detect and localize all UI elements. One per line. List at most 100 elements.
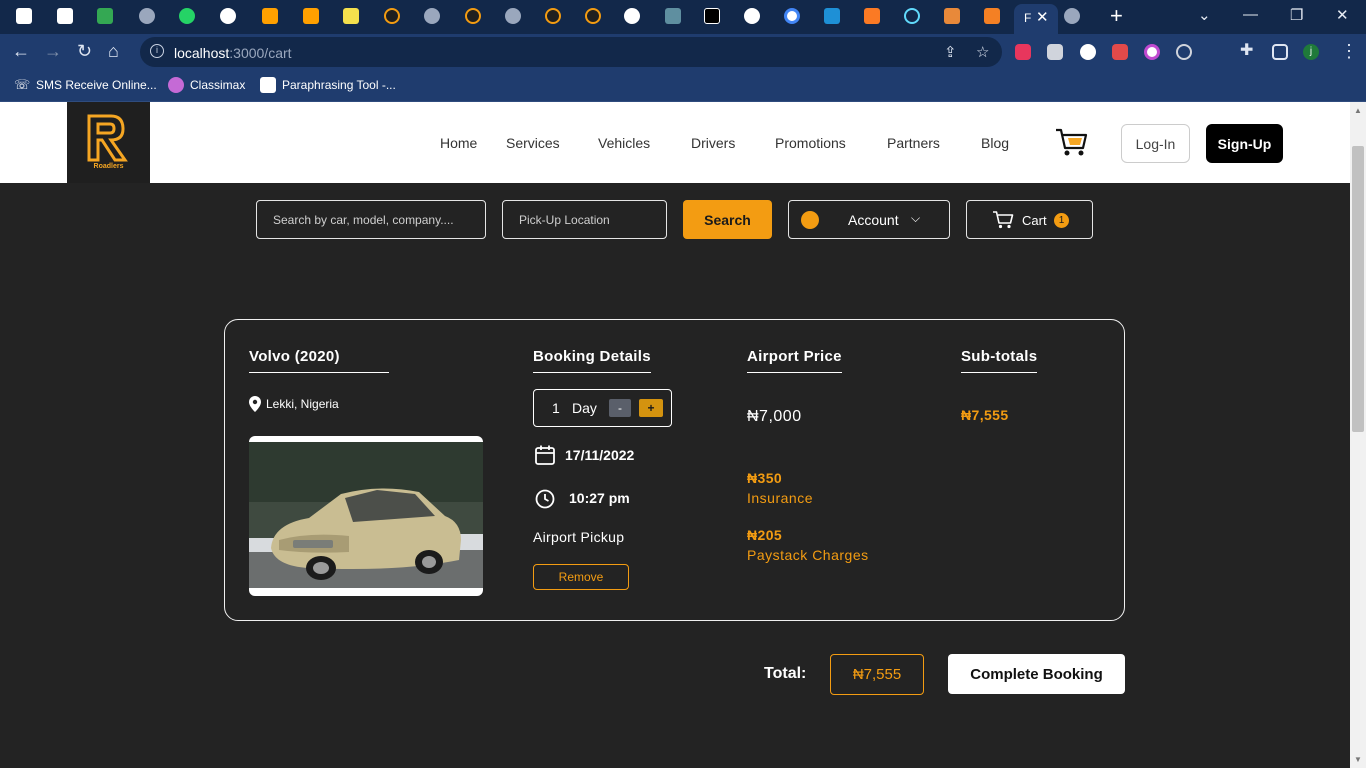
s-tab-icon[interactable] bbox=[704, 8, 720, 24]
url-path: :3000/cart bbox=[229, 45, 292, 61]
bookmark-classimax[interactable]: Classimax bbox=[168, 77, 245, 93]
nav-services[interactable]: Services bbox=[506, 135, 560, 151]
logo-text: Roadlers bbox=[93, 163, 124, 170]
booking-details-heading: Booking Details bbox=[533, 348, 651, 373]
nav-partners[interactable]: Partners bbox=[887, 135, 940, 151]
remove-button[interactable]: Remove bbox=[533, 564, 629, 590]
pickup-type: Airport Pickup bbox=[533, 529, 625, 545]
nav-home[interactable]: Home bbox=[440, 135, 477, 151]
extension-icon[interactable] bbox=[1112, 44, 1128, 60]
profile-avatar[interactable]: j bbox=[1303, 44, 1319, 60]
scroll-up-icon[interactable]: ▲ bbox=[1354, 106, 1362, 115]
globe-tab-icon[interactable] bbox=[424, 8, 440, 24]
search-input[interactable] bbox=[256, 200, 486, 239]
chrome-tab-icon[interactable] bbox=[1064, 8, 1080, 24]
stackoverflow-tab-icon[interactable] bbox=[984, 8, 1000, 24]
github-tab-icon[interactable] bbox=[624, 8, 640, 24]
minimize-icon[interactable]: — bbox=[1243, 6, 1258, 23]
decrease-button[interactable]: - bbox=[609, 399, 631, 417]
booking-date: 17/11/2022 bbox=[565, 447, 635, 463]
address-url[interactable]: localhost:3000/cart bbox=[174, 45, 292, 61]
site-logo[interactable]: Roadlers bbox=[67, 102, 150, 183]
roadlers-tab-icon[interactable] bbox=[465, 8, 481, 24]
download-tab-icon[interactable] bbox=[824, 8, 840, 24]
complete-booking-button[interactable]: Complete Booking bbox=[948, 654, 1125, 694]
signup-button[interactable]: Sign-Up bbox=[1206, 124, 1283, 163]
browser-tab-strip: F ✕ + ⌄ — ❐ ✕ bbox=[0, 0, 1366, 34]
xampp-tab-icon[interactable] bbox=[864, 8, 880, 24]
bookmark-label: Paraphrasing Tool -... bbox=[282, 78, 396, 92]
site-header: Roadlers Home Services Vehicles Drivers … bbox=[0, 102, 1350, 183]
nav-promotions[interactable]: Promotions bbox=[775, 135, 846, 151]
github-tab-icon[interactable] bbox=[220, 8, 236, 24]
cart-icon[interactable] bbox=[1054, 126, 1088, 158]
extension-icon[interactable] bbox=[1176, 44, 1192, 60]
bookmark-paraphrasing[interactable]: Paraphrasing Tool -... bbox=[260, 77, 396, 93]
tab-search-icon[interactable]: ⌄ bbox=[1198, 6, 1211, 24]
whatsapp-tab-icon[interactable] bbox=[179, 8, 195, 24]
extensions-puzzle-icon[interactable]: ✚ bbox=[1240, 41, 1253, 61]
paystack-label: Paystack Charges bbox=[747, 547, 869, 563]
github-tab-icon[interactable] bbox=[744, 8, 760, 24]
side-panel-icon[interactable] bbox=[1272, 44, 1288, 60]
extension-icon[interactable] bbox=[1144, 44, 1160, 60]
booking-time: 10:27 pm bbox=[569, 490, 630, 506]
forward-icon[interactable]: → bbox=[44, 41, 62, 61]
scroll-down-icon[interactable]: ▼ bbox=[1354, 755, 1362, 764]
drive-tab-icon[interactable] bbox=[97, 8, 113, 24]
mui-tab-icon[interactable] bbox=[944, 8, 960, 24]
nav-vehicles[interactable]: Vehicles bbox=[598, 135, 650, 151]
main-content: Search Account ⌵ Cart 1 Volvo (2020) Lek… bbox=[0, 183, 1350, 768]
close-window-icon[interactable]: ✕ bbox=[1336, 6, 1349, 24]
google-tab-icon[interactable] bbox=[784, 8, 800, 24]
bv-tab-icon[interactable] bbox=[665, 8, 681, 24]
gmail-tab-icon[interactable] bbox=[16, 8, 32, 24]
paystack-amount: ₦205 bbox=[747, 527, 783, 543]
back-icon[interactable]: ← bbox=[12, 41, 30, 61]
site-info-icon[interactable]: i bbox=[150, 44, 164, 58]
account-dropdown[interactable]: Account ⌵ bbox=[788, 200, 950, 239]
globe-tab-icon[interactable] bbox=[505, 8, 521, 24]
paper-plane-tab-icon[interactable] bbox=[343, 8, 359, 24]
home-icon[interactable]: ⌂ bbox=[108, 41, 119, 61]
pickup-location-input[interactable] bbox=[502, 200, 667, 239]
duration-stepper: 1 Day - + bbox=[533, 389, 672, 427]
roadlers-tab-icon[interactable] bbox=[585, 8, 601, 24]
scrollbar-thumb[interactable] bbox=[1352, 146, 1364, 432]
cart-button[interactable]: Cart 1 bbox=[966, 200, 1093, 239]
extension-icon[interactable] bbox=[1080, 44, 1096, 60]
extension-icon[interactable] bbox=[1047, 44, 1063, 60]
share-icon[interactable]: ⇪ bbox=[944, 43, 957, 61]
active-tab[interactable]: F ✕ bbox=[1014, 4, 1058, 34]
page-scrollbar[interactable]: ▲ ▼ bbox=[1350, 102, 1366, 768]
vehicle-image[interactable] bbox=[249, 436, 483, 596]
firebase-tab-icon[interactable] bbox=[262, 8, 278, 24]
nav-drivers[interactable]: Drivers bbox=[691, 135, 735, 151]
react-tab-icon[interactable] bbox=[904, 8, 920, 24]
airport-price-value: ₦7,000 bbox=[747, 408, 802, 425]
address-bar[interactable]: i localhost:3000/cart ⇪ ☆ bbox=[140, 37, 1002, 67]
cart-label: Cart bbox=[1022, 213, 1047, 228]
paraphrasing-icon bbox=[260, 77, 276, 93]
increase-button[interactable]: + bbox=[639, 399, 663, 417]
extension-icon[interactable] bbox=[1015, 44, 1031, 60]
nav-blog[interactable]: Blog bbox=[981, 135, 1009, 151]
clock-icon bbox=[535, 489, 555, 509]
menu-icon[interactable]: ⋮ bbox=[1340, 41, 1358, 61]
roadlers-tab-icon[interactable] bbox=[545, 8, 561, 24]
search-button[interactable]: Search bbox=[683, 200, 772, 239]
reload-icon[interactable]: ↻ bbox=[77, 41, 92, 61]
roadlers-logo-icon bbox=[87, 114, 128, 162]
bookmark-sms[interactable]: ☏ SMS Receive Online... bbox=[14, 77, 157, 93]
browser-toolbar: ← → ↻ ⌂ i localhost:3000/cart ⇪ ☆ ✚ j ⋮ bbox=[0, 34, 1366, 70]
firebase-tab-icon[interactable] bbox=[303, 8, 319, 24]
bookmark-star-icon[interactable]: ☆ bbox=[976, 43, 989, 61]
restore-icon[interactable]: ❐ bbox=[1290, 6, 1303, 24]
gmail-tab-icon[interactable] bbox=[57, 8, 73, 24]
login-button[interactable]: Log-In bbox=[1121, 124, 1190, 163]
roadlers-tab-icon[interactable] bbox=[384, 8, 400, 24]
subtotals-heading: Sub-totals bbox=[961, 348, 1038, 373]
new-tab-icon[interactable]: + bbox=[1110, 4, 1123, 28]
globe-tab-icon[interactable] bbox=[139, 8, 155, 24]
close-tab-icon[interactable]: ✕ bbox=[1036, 8, 1049, 26]
